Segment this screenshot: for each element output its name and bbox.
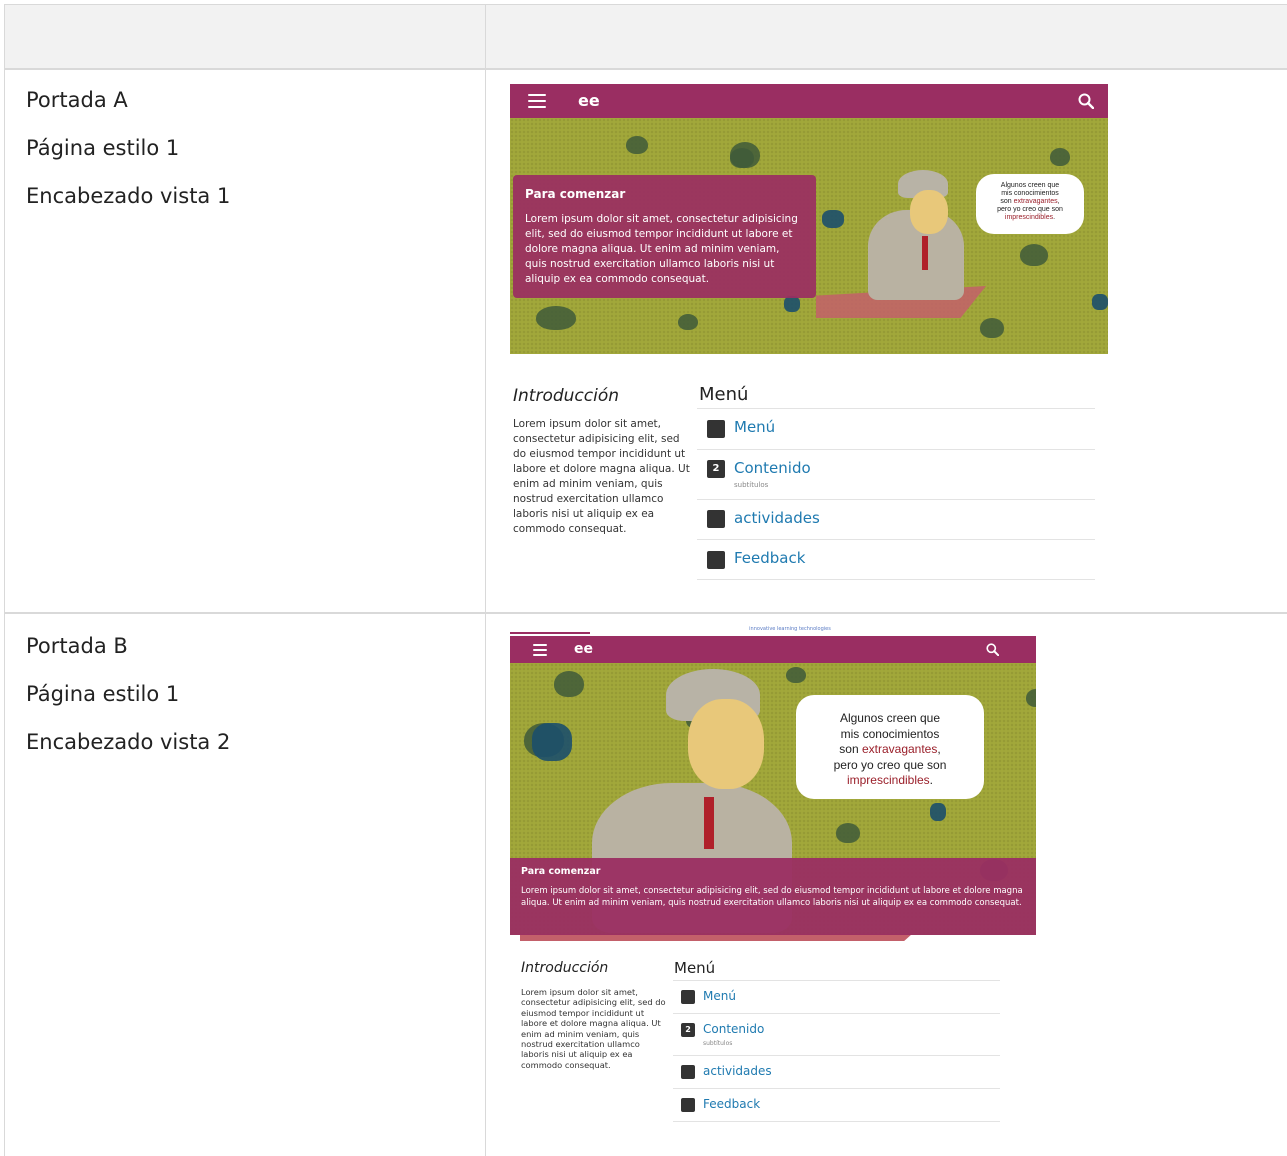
hat-decoration (786, 667, 806, 683)
menu-list: Menú 2 Contenido subtítulos actividades … (697, 408, 1095, 580)
menu-item-icon (681, 1098, 695, 1112)
menu-list: Menú 2 Contenido subtítulos actividades … (673, 980, 1000, 1122)
pipe-in-hand (822, 210, 844, 228)
app-name: ee (578, 91, 600, 110)
tab-indicator (510, 632, 590, 634)
detective-head (688, 699, 764, 789)
intro-card: Para comenzar Lorem ipsum dolor sit amet… (513, 175, 816, 298)
table-border-left (4, 4, 5, 1156)
estilo-label: Página estilo 1 (26, 682, 180, 706)
intro-title: Introducción (513, 386, 620, 406)
menu-item-icon (681, 1065, 695, 1079)
hat-decoration (980, 318, 1004, 338)
menu-item-label[interactable]: Feedback (703, 1097, 760, 1111)
menu-item-icon (681, 990, 695, 1004)
row-label-a: Portada A Página estilo 1 Encabezado vis… (26, 76, 230, 220)
table-column-divider (485, 4, 486, 1156)
speech-bubble: Algunos creen que mis conocimientos son … (976, 174, 1084, 234)
menu-item-label[interactable]: Menú (734, 418, 775, 436)
menu-item[interactable]: Menú (673, 980, 1000, 1013)
card-text: Lorem ipsum dolor sit amet, consectetur … (521, 886, 1023, 908)
pipe-decoration (930, 803, 946, 821)
app-name: ee (574, 641, 593, 657)
menu-item[interactable]: 2 Contenido subtítulos (697, 449, 1095, 499)
intro-card: Para comenzar Lorem ipsum dolor sit amet… (510, 858, 1036, 935)
menu-item-label[interactable]: actividades (734, 509, 820, 527)
hat-decoration (836, 823, 860, 843)
card-title: Para comenzar (525, 187, 626, 201)
intro-title: Introducción (521, 960, 609, 976)
hat-decoration (1026, 689, 1036, 707)
row-label-b: Portada B Página estilo 1 Encabezado vis… (26, 622, 230, 766)
brand-tagline: innovative learning technologies (749, 626, 831, 632)
pipe-in-hand (532, 723, 572, 761)
encabezado-label: Encabezado vista 1 (26, 184, 231, 208)
menu-item[interactable]: Feedback (673, 1088, 1000, 1122)
menu-item[interactable]: actividades (697, 499, 1095, 539)
menu-title: Menú (674, 959, 716, 977)
table-decoration (520, 934, 912, 941)
hat-decoration (1020, 244, 1048, 266)
menu-item[interactable]: Menú (697, 408, 1095, 449)
intro-text: Lorem ipsum dolor sit amet, consectetur … (521, 987, 666, 1070)
menu-title: Menú (699, 384, 749, 405)
menu-item[interactable]: actividades (673, 1055, 1000, 1088)
speech-bubble: Algunos creen que mis conocimientos son … (796, 695, 984, 799)
hat-decoration (626, 136, 648, 154)
table-border-top (4, 4, 1287, 5)
menu-item-subtitle: subtítulos (703, 1040, 733, 1047)
top-bar: ee (510, 84, 1108, 118)
menu-item-icon (707, 551, 725, 569)
portada-label: Portada A (26, 88, 128, 112)
preview-a: ee Algunos creen que mis conocimientos s… (510, 84, 1108, 584)
menu-item[interactable]: 2 Contenido subtítulos (673, 1013, 1000, 1055)
preview-b: innovative learning technologies ee Algu… (510, 626, 1036, 1126)
table-header-row (4, 4, 1287, 69)
menu-item-subtitle: subtítulos (734, 481, 769, 489)
encabezado-label: Encabezado vista 2 (26, 730, 231, 754)
menu-item-label[interactable]: actividades (703, 1064, 772, 1078)
search-icon[interactable] (986, 643, 999, 656)
menu-item-label[interactable]: Feedback (734, 549, 805, 567)
menu-item-badge: 2 (707, 460, 725, 478)
card-text: Lorem ipsum dolor sit amet, consectetur … (525, 213, 798, 285)
detective-head (910, 190, 948, 234)
detective-tie (922, 236, 928, 270)
menu-item[interactable]: Feedback (697, 539, 1095, 580)
menu-item-icon (707, 420, 725, 438)
menu-item-badge: 2 (681, 1023, 695, 1037)
hat-decoration (678, 314, 698, 330)
hat-decoration (536, 306, 576, 330)
menu-item-label[interactable]: Contenido (734, 459, 811, 477)
card-title: Para comenzar (521, 866, 601, 877)
estilo-label: Página estilo 1 (26, 136, 180, 160)
menu-item-label[interactable]: Contenido (703, 1022, 764, 1036)
menu-item-icon (707, 510, 725, 528)
table-row-divider (4, 612, 1287, 614)
hat-decoration (1050, 148, 1070, 166)
hat-decoration (554, 671, 584, 697)
pipe-decoration (1092, 294, 1108, 310)
portada-label: Portada B (26, 634, 128, 658)
pipe-decoration (784, 296, 800, 312)
hat-decoration (730, 142, 760, 168)
search-icon[interactable] (1078, 93, 1094, 109)
table-row-divider (4, 68, 1287, 70)
menu-item-label[interactable]: Menú (703, 989, 736, 1003)
detective-tie (704, 797, 714, 849)
top-bar: ee (510, 636, 1036, 663)
intro-text: Lorem ipsum dolor sit amet, consectetur … (513, 418, 690, 535)
menu-icon[interactable] (533, 644, 547, 656)
menu-icon[interactable] (528, 94, 546, 108)
